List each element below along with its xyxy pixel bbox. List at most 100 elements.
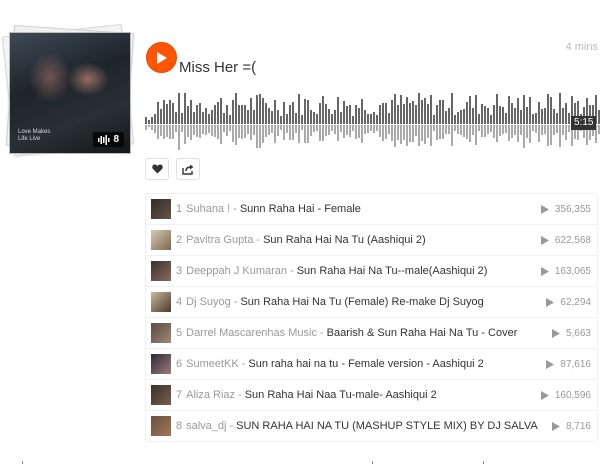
track-artist[interactable]: Pavitra Gupta xyxy=(186,234,253,246)
bottom-fragment xyxy=(483,461,484,464)
track-number: 8 xyxy=(176,420,183,432)
play-count-value: 87,616 xyxy=(560,358,591,370)
play-count: 160,596 xyxy=(532,389,597,401)
track-artist[interactable]: Aliza Riaz xyxy=(186,389,235,401)
track-duration: 5:15 xyxy=(571,116,597,130)
track-text: 2 Pavitra Gupta - Sun Raha Hai Na Tu (Aashi… xyxy=(171,234,533,246)
posted-time: 4 mins xyxy=(565,41,598,53)
track-thumbnail[interactable] xyxy=(151,230,171,250)
heart-icon xyxy=(151,164,163,174)
track-count-badge: 8 xyxy=(93,132,124,147)
play-count: 5,663 xyxy=(543,327,597,339)
track-separator: - xyxy=(233,203,237,215)
track-row[interactable]: 7 Aliza Riaz - Sun Raha Hai Naa Tu-male- Aa… xyxy=(146,380,597,411)
track-text: 1 Suhana ! - Sunn Raha Hai - Female xyxy=(171,203,533,215)
play-count-value: 8,716 xyxy=(565,420,591,432)
set-title[interactable]: Miss Her =( xyxy=(179,59,256,76)
track-row[interactable]: 8 salva_dj - SUN RAHA HAI NA TU (MASHUP STY… xyxy=(146,411,597,441)
track-separator: - xyxy=(241,358,246,370)
play-count-value: 163,065 xyxy=(554,265,591,277)
track-thumbnail[interactable] xyxy=(151,199,171,219)
like-button[interactable] xyxy=(145,158,169,180)
play-count-icon xyxy=(540,390,549,400)
track-title[interactable]: Sun Raha Hai Naa Tu-male- Aashiqui 2 xyxy=(245,389,437,401)
track-count: 8 xyxy=(113,134,119,145)
track-row[interactable]: 2 Pavitra Gupta - Sun Raha Hai Na Tu (Aashi… xyxy=(146,225,597,256)
play-count-icon xyxy=(540,235,549,245)
waveform-mini-icon xyxy=(98,134,110,145)
play-count-icon xyxy=(540,266,549,276)
play-count-icon xyxy=(551,421,560,431)
track-thumbnail[interactable] xyxy=(151,261,171,281)
play-count-icon xyxy=(546,297,555,307)
share-icon xyxy=(182,164,194,175)
waveform[interactable] xyxy=(145,84,600,158)
play-count-icon xyxy=(546,359,555,369)
play-count-value: 62,294 xyxy=(560,296,591,308)
track-number: 3 xyxy=(176,265,183,277)
track-row[interactable]: 5 Darrel Mascarenhas Music - Baarish & Sun … xyxy=(146,318,597,349)
bottom-fragment xyxy=(22,461,23,464)
play-button[interactable] xyxy=(146,42,177,73)
track-number: 7 xyxy=(176,389,183,401)
track-text: 6 SumeetKK - Sun raha hai na tu - Female ve… xyxy=(171,358,538,370)
track-title[interactable]: Sun Raha Hai Na Tu--male(Aashiqui 2) xyxy=(297,265,488,277)
track-row[interactable]: 1 Suhana ! - Sunn Raha Hai - Female 356,355 xyxy=(146,194,597,225)
track-thumbnail[interactable] xyxy=(151,416,171,436)
set-artwork[interactable]: Love Makes Life Live 8 xyxy=(9,32,131,154)
track-artist[interactable]: Darrel Mascarenhas Music xyxy=(186,327,317,339)
track-thumbnail[interactable] xyxy=(151,292,171,312)
track-row[interactable]: 4 Dj Suyog - Sun Raha Hai Na Tu (Female) Re… xyxy=(146,287,597,318)
track-separator: - xyxy=(256,234,261,246)
track-separator: - xyxy=(233,296,238,308)
waveform-bars xyxy=(145,93,600,150)
set-artwork-stack[interactable]: Love Makes Life Live 8 xyxy=(2,24,135,158)
track-thumbnail[interactable] xyxy=(151,385,171,405)
track-title[interactable]: SUN RAHA HAI NA TU (MASHUP STYLE MIX) BY… xyxy=(236,420,538,432)
track-text: 7 Aliza Riaz - Sun Raha Hai Naa Tu-male- Aa… xyxy=(171,389,533,401)
track-separator: - xyxy=(319,327,324,339)
track-separator: - xyxy=(290,265,294,277)
play-count: 62,294 xyxy=(538,296,597,308)
track-title[interactable]: Sun Raha Hai Na Tu (Female) Re-make Dj S… xyxy=(240,296,483,308)
track-separator: - xyxy=(229,420,234,432)
track-text: 3 Deeppah J Kumaran - Sun Raha Hai Na Tu--m… xyxy=(171,265,533,277)
track-title[interactable]: Sunn Raha Hai - Female xyxy=(240,203,361,215)
track-title[interactable]: Baarish & Sun Raha Hai Na Tu - Cover xyxy=(327,327,518,339)
track-thumbnail[interactable] xyxy=(151,323,171,343)
play-count-icon xyxy=(551,328,560,338)
track-text: 4 Dj Suyog - Sun Raha Hai Na Tu (Female) Re… xyxy=(171,296,538,308)
track-thumbnail[interactable] xyxy=(151,354,171,374)
track-row[interactable]: 6 SumeetKK - Sun raha hai na tu - Female ve… xyxy=(146,349,597,380)
play-count: 622,568 xyxy=(532,234,597,246)
track-artist[interactable]: salva_dj xyxy=(186,420,226,432)
play-count-icon xyxy=(540,204,549,214)
play-icon xyxy=(156,51,167,64)
track-row[interactable]: 3 Deeppah J Kumaran - Sun Raha Hai Na Tu--m… xyxy=(146,256,597,287)
track-number: 4 xyxy=(176,296,183,308)
play-count: 356,355 xyxy=(532,203,597,215)
track-list: 1 Suhana ! - Sunn Raha Hai - Female 356,355 2… xyxy=(145,193,598,442)
track-artist[interactable]: Suhana ! xyxy=(186,203,230,215)
track-number: 2 xyxy=(176,234,183,246)
artwork-caption: Love Makes Life Live xyxy=(18,129,51,142)
track-number: 5 xyxy=(176,327,183,339)
track-title[interactable]: Sun raha hai na tu - Female version - Aa… xyxy=(248,358,483,370)
play-count: 163,065 xyxy=(532,265,597,277)
track-number: 1 xyxy=(176,203,183,215)
play-count: 8,716 xyxy=(543,420,597,432)
track-text: 8 salva_dj - SUN RAHA HAI NA TU (MASHUP STY… xyxy=(171,420,544,432)
share-button[interactable] xyxy=(176,158,200,180)
track-artist[interactable]: Deeppah J Kumaran xyxy=(186,265,287,277)
track-number: 6 xyxy=(176,358,183,370)
track-title[interactable]: Sun Raha Hai Na Tu (Aashiqui 2) xyxy=(263,234,426,246)
track-artist[interactable]: Dj Suyog xyxy=(186,296,231,308)
play-count-value: 5,663 xyxy=(565,327,591,339)
play-count: 87,616 xyxy=(538,358,597,370)
play-count-value: 622,568 xyxy=(554,234,591,246)
track-text: 5 Darrel Mascarenhas Music - Baarish & Sun … xyxy=(171,327,544,339)
play-count-value: 160,596 xyxy=(554,389,591,401)
play-count-value: 356,355 xyxy=(554,203,591,215)
track-artist[interactable]: SumeetKK xyxy=(186,358,239,370)
track-separator: - xyxy=(238,389,242,401)
